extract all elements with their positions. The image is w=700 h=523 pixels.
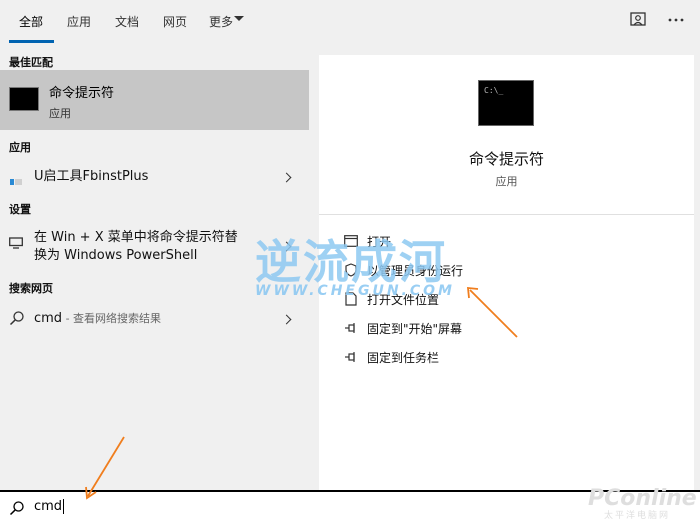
active-tab-indicator bbox=[9, 40, 54, 43]
pin-icon bbox=[341, 349, 361, 365]
list-item-app[interactable]: U启工具FbinstPlus bbox=[0, 164, 309, 190]
best-match-header: 最佳匹配 bbox=[9, 56, 53, 69]
search-icon bbox=[9, 310, 25, 330]
search-icon bbox=[9, 500, 25, 520]
apps-header: 应用 bbox=[9, 141, 31, 154]
setting-label-line2: 换为 Windows PowerShell bbox=[34, 248, 198, 263]
best-match-item[interactable]: 命令提示符 应用 bbox=[0, 70, 309, 130]
tab-all[interactable]: 全部 bbox=[19, 13, 43, 30]
web-search-header: 搜索网页 bbox=[9, 282, 53, 295]
pin-icon bbox=[341, 320, 361, 336]
setting-label-line1: 在 Win + X 菜单中将命令提示符替 bbox=[34, 230, 238, 245]
watermark-logo-sub: 太平洋电脑网 bbox=[604, 511, 671, 521]
chevron-down-icon[interactable] bbox=[234, 16, 244, 21]
monitor-icon bbox=[9, 234, 23, 253]
action-pin-to-taskbar[interactable]: 固定到任务栏 bbox=[341, 346, 671, 368]
watermark-url: WWW.CHEGUN.COM bbox=[255, 283, 455, 299]
feedback-icon[interactable] bbox=[626, 8, 650, 32]
tab-apps[interactable]: 应用 bbox=[67, 13, 91, 30]
settings-header: 设置 bbox=[9, 203, 31, 216]
best-match-title: 命令提示符 bbox=[49, 86, 115, 101]
action-pin-to-taskbar-label: 固定到任务栏 bbox=[367, 350, 440, 365]
tab-more[interactable]: 更多 bbox=[209, 13, 233, 30]
details-app-subtitle: 应用 bbox=[495, 175, 518, 188]
web-result-label: cmd - 查看网络搜索结果 bbox=[34, 310, 161, 328]
action-pin-to-start-label: 固定到"开始"屏幕 bbox=[367, 321, 463, 336]
search-tab-bar: 全部 应用 文档 网页 更多 bbox=[0, 0, 700, 44]
app-label: U启工具FbinstPlus bbox=[34, 169, 149, 184]
tab-web[interactable]: 网页 bbox=[163, 13, 187, 30]
text-caret bbox=[63, 499, 65, 514]
more-options-icon[interactable] bbox=[664, 8, 688, 32]
details-app-title: 命令提示符 bbox=[468, 150, 544, 168]
web-result-suffix: - 查看网络搜索结果 bbox=[62, 312, 162, 325]
divider bbox=[319, 214, 694, 215]
chevron-right-icon[interactable] bbox=[281, 314, 292, 325]
web-query: cmd bbox=[34, 311, 63, 326]
action-pin-to-start[interactable]: 固定到"开始"屏幕 bbox=[341, 317, 671, 339]
search-input-value: cmd bbox=[34, 499, 63, 514]
list-item-web[interactable]: cmd - 查看网络搜索结果 bbox=[0, 306, 309, 332]
best-match-subtitle: 应用 bbox=[49, 107, 71, 120]
chevron-right-icon[interactable] bbox=[281, 172, 292, 183]
app-icon bbox=[10, 172, 22, 191]
search-input[interactable]: cmd bbox=[34, 499, 65, 514]
command-prompt-icon: C:\_ bbox=[478, 80, 534, 126]
command-prompt-icon bbox=[9, 87, 39, 111]
tab-documents[interactable]: 文档 bbox=[115, 13, 139, 30]
